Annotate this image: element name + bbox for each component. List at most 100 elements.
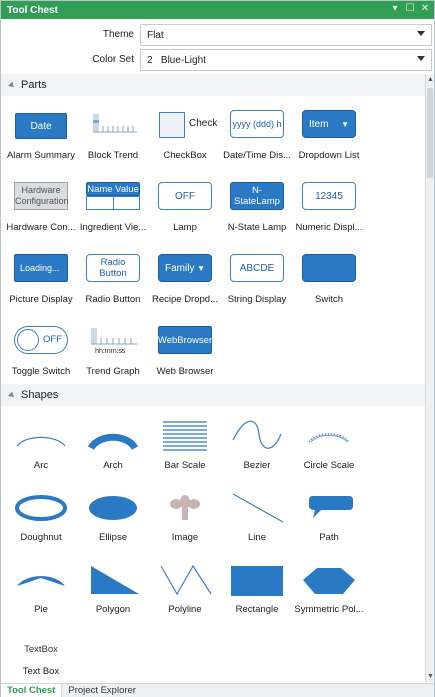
tool-label: Image	[171, 532, 199, 543]
tool-label: Rectangle	[235, 604, 279, 615]
shapes-header-label: Shapes	[21, 389, 59, 401]
tool-arch[interactable]: Arch	[77, 420, 149, 490]
tool-label: Recipe Dropd...	[151, 294, 218, 305]
tool-label: Pie	[34, 604, 48, 615]
tool-rectangle[interactable]: Rectangle	[221, 564, 293, 634]
title-bar: Tool Chest ▾ ☐ ✕	[1, 1, 434, 19]
tool-recipe-dropdown[interactable]: Family ▼ Recipe Dropd...	[149, 254, 221, 324]
expand-triangle-icon	[8, 81, 16, 89]
polyline-icon	[160, 564, 212, 596]
parts-header[interactable]: Parts	[1, 74, 427, 96]
tool-pie[interactable]: Pie	[5, 564, 77, 634]
tool-label: Trend Graph	[86, 366, 140, 377]
tool-hardware-configuration[interactable]: Hardware Configuration Hardware Con...	[5, 182, 77, 252]
tool-block-trend[interactable]: Block Trend	[77, 110, 149, 180]
datetime-display-icon: yyyy (ddd) h	[230, 110, 284, 138]
tool-label: String Display	[227, 294, 287, 305]
pie-icon	[17, 576, 65, 586]
tool-polygon[interactable]: Polygon	[77, 564, 149, 634]
tool-label: Dropdown List	[298, 150, 360, 161]
tool-text-box[interactable]: TextBox Text Box	[5, 644, 77, 682]
checkbox-icon: Check	[157, 110, 217, 140]
tool-label: Doughnut	[20, 532, 62, 543]
tool-list-panel: Parts Date Alarm Summary Block Trend Che…	[1, 74, 427, 682]
parts-header-label: Parts	[21, 79, 47, 91]
tool-line[interactable]: Line	[221, 492, 293, 562]
tool-doughnut[interactable]: Doughnut	[5, 492, 77, 562]
colorset-select[interactable]: 2 Blue-Light	[140, 49, 432, 71]
radio-button-icon: Radio Button	[86, 254, 140, 282]
doughnut-icon	[15, 495, 67, 521]
expand-triangle-icon	[8, 391, 16, 399]
maximize-icon[interactable]: ☐	[405, 3, 415, 14]
tool-symmetric-polygon[interactable]: Symmetric Pol...	[293, 564, 365, 634]
tool-label: Alarm Summary	[6, 150, 76, 161]
tool-nstate-lamp[interactable]: N-StateLamp N-State Lamp	[221, 182, 293, 252]
tool-switch[interactable]: Switch	[293, 254, 365, 324]
tool-label: Polygon	[95, 604, 131, 615]
tool-numeric-display[interactable]: 12345 Numeric Displ...	[293, 182, 365, 252]
tool-label: Line	[248, 532, 266, 543]
tool-label: Block Trend	[87, 150, 139, 161]
chevron-down-icon	[417, 31, 425, 36]
path-icon	[309, 496, 353, 518]
toggle-switch-icon: OFF	[14, 326, 68, 354]
nstate-lamp-icon: N-StateLamp	[230, 182, 284, 210]
tool-checkbox[interactable]: Check CheckBox	[149, 110, 221, 180]
bezier-icon	[232, 420, 282, 449]
tool-ingredient-view[interactable]: Name Value Ingredient Vie...	[77, 182, 149, 252]
tool-ellipse[interactable]: Ellipse	[77, 492, 149, 562]
tool-image[interactable]: Image	[149, 492, 221, 562]
arc-icon	[16, 436, 66, 447]
scroll-thumb[interactable]	[427, 88, 433, 178]
tool-string-display[interactable]: ABCDE String Display	[221, 254, 293, 324]
recipe-dropdown-icon: Family ▼	[158, 254, 212, 282]
tool-alarm-summary[interactable]: Date Alarm Summary	[5, 110, 77, 180]
vertical-scrollbar[interactable]: ▲ ▼	[425, 74, 434, 682]
tool-label: Bezier	[243, 460, 271, 471]
polygon-icon	[91, 566, 139, 594]
tool-bar-scale[interactable]: Bar Scale	[149, 420, 221, 490]
symmetric-polygon-icon	[303, 568, 355, 594]
tool-arc[interactable]: Arc	[5, 420, 77, 490]
close-icon[interactable]: ✕	[420, 3, 430, 14]
ingredient-view-icon: Name Value	[86, 182, 140, 210]
tool-radio-button[interactable]: Radio Button Radio Button	[77, 254, 149, 324]
tool-label: CheckBox	[163, 150, 207, 161]
tool-lamp[interactable]: OFF Lamp	[149, 182, 221, 252]
tab-project-explorer[interactable]: Project Explorer	[62, 684, 142, 697]
tool-label: Arc	[33, 460, 49, 471]
tool-label: Numeric Displ...	[295, 222, 363, 233]
tool-label: Picture Display	[9, 294, 73, 305]
tool-polyline[interactable]: Polyline	[149, 564, 221, 634]
shapes-header[interactable]: Shapes	[1, 384, 427, 406]
bottom-tab-bar: Tool Chest Project Explorer	[1, 683, 434, 697]
tool-label: Bar Scale	[164, 460, 206, 471]
pin-dropdown-icon[interactable]: ▾	[390, 3, 400, 14]
tab-tool-chest[interactable]: Tool Chest	[1, 684, 63, 697]
tool-dropdown-list[interactable]: Item ▼ Dropdown List	[293, 110, 365, 180]
window-title: Tool Chest	[7, 4, 58, 16]
lamp-icon: OFF	[158, 182, 212, 210]
tool-circle-scale[interactable]: Circle Scale	[293, 420, 365, 490]
rectangle-icon	[231, 566, 283, 596]
tool-label: Ellipse	[99, 532, 127, 543]
tool-label: Date/Time Dis...	[223, 150, 291, 161]
scroll-down-icon[interactable]: ▼	[427, 672, 434, 681]
chevron-down-icon	[417, 56, 425, 61]
scroll-up-icon[interactable]: ▲	[427, 75, 434, 84]
tool-chest-window: Tool Chest ▾ ☐ ✕ Theme Flat Color Set 2 …	[0, 0, 435, 697]
theme-select[interactable]: Flat	[140, 24, 432, 46]
tool-datetime-display[interactable]: yyyy (ddd) h Date/Time Dis...	[221, 110, 293, 180]
settings-panel: Theme Flat Color Set 2 Blue-Light	[1, 23, 434, 73]
colorset-label: Color Set	[92, 54, 134, 65]
tool-label: Text Box	[22, 666, 60, 677]
alarm-summary-icon: Date	[15, 113, 67, 139]
tool-path[interactable]: Path	[293, 492, 365, 562]
bar-scale-icon	[163, 421, 207, 451]
tool-picture-display[interactable]: Loading... Picture Display	[5, 254, 77, 324]
theme-label: Theme	[102, 29, 134, 40]
image-icon	[170, 495, 200, 520]
circle-scale-icon	[308, 433, 350, 443]
tool-bezier[interactable]: Bezier	[221, 420, 293, 490]
